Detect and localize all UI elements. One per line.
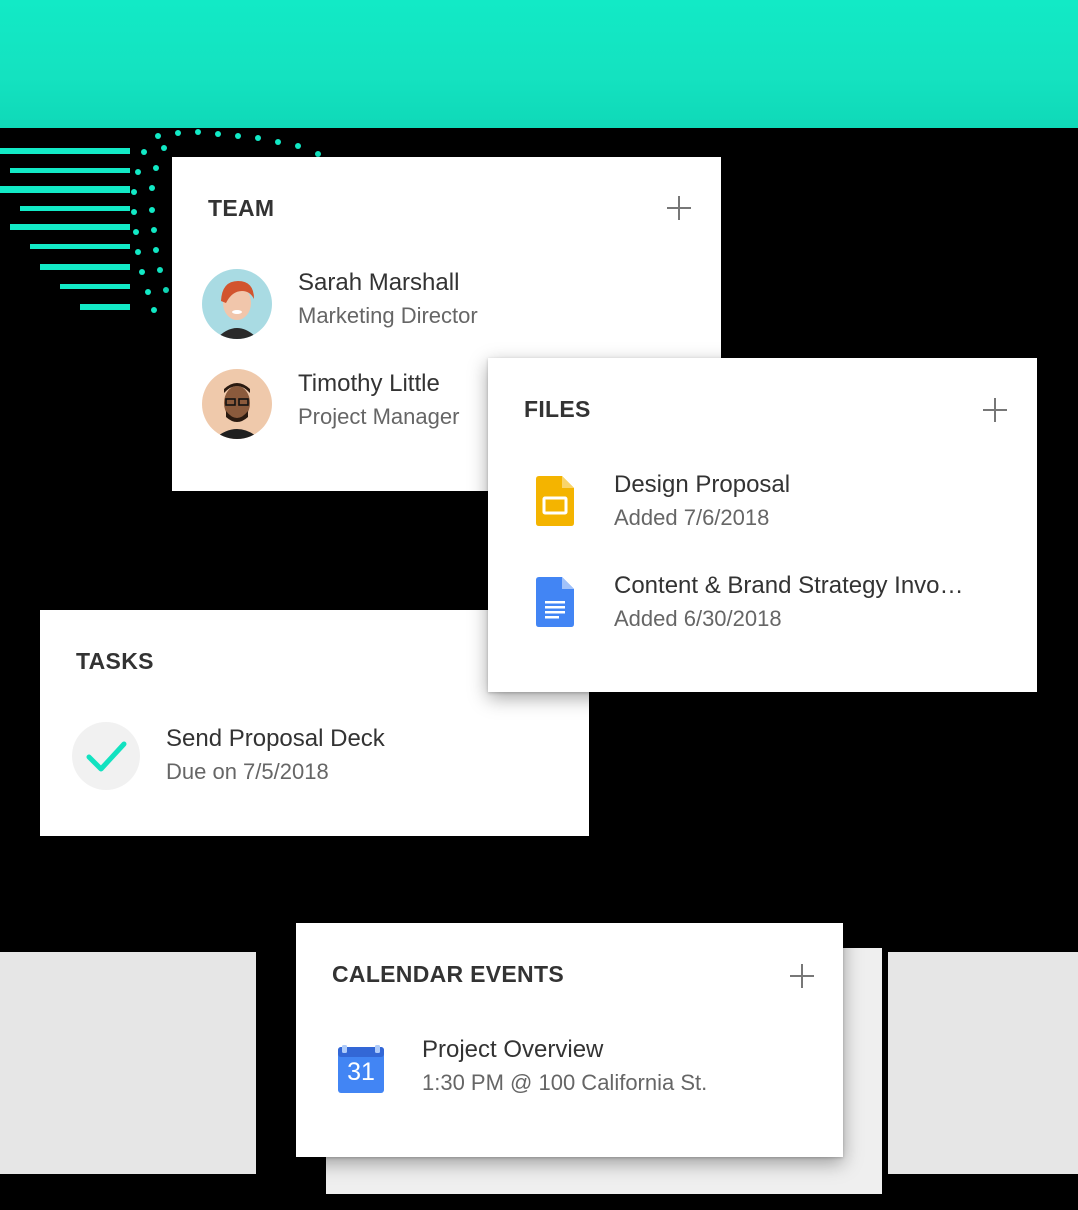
file-added-date: Added 6/30/2018 xyxy=(614,606,782,631)
team-member-name: Timothy Little xyxy=(298,370,440,397)
grey-block-right xyxy=(888,952,1078,1174)
avatar-sarah-marshall xyxy=(202,269,272,339)
checkmark-icon xyxy=(86,741,127,772)
add-team-member-button[interactable] xyxy=(667,196,691,220)
calendar-events-card: CALENDAR EVENTS 31 Project Overview 1:30… xyxy=(296,923,843,1157)
file-added-date: Added 7/6/2018 xyxy=(614,505,770,530)
team-member-name: Sarah Marshall xyxy=(298,269,460,296)
files-card: FILES Design Proposal Added 7/6/2018 Con… xyxy=(488,358,1037,692)
calendar-card-title: CALENDAR EVENTS xyxy=(332,961,564,987)
team-card-title: TEAM xyxy=(208,195,275,221)
grey-block-left xyxy=(0,952,256,1174)
team-member-role: Marketing Director xyxy=(298,303,478,328)
team-member-role: Project Manager xyxy=(298,404,460,429)
file-row-1[interactable]: Design Proposal Added 7/6/2018 xyxy=(614,471,790,531)
event-time-location: 1:30 PM @ 100 California St. xyxy=(422,1070,708,1095)
team-member-row-1[interactable]: Sarah Marshall Marketing Director xyxy=(298,269,478,329)
google-calendar-icon: 31 xyxy=(338,1045,384,1093)
files-card-title: FILES xyxy=(524,396,591,422)
task-row[interactable]: Send Proposal Deck Due on 7/5/2018 xyxy=(166,725,385,785)
file-name: Content & Brand Strategy Invo… xyxy=(614,572,964,599)
task-complete-checkbox[interactable] xyxy=(72,722,140,790)
file-name: Design Proposal xyxy=(614,471,791,498)
calendar-day-number: 31 xyxy=(347,1058,375,1086)
avatar-timothy-little xyxy=(202,369,272,439)
event-name: Project Overview xyxy=(422,1036,604,1063)
add-file-button[interactable] xyxy=(983,398,1007,422)
add-calendar-event-button[interactable] xyxy=(790,964,814,988)
calendar-event-row[interactable]: Project Overview 1:30 PM @ 100 Californi… xyxy=(422,1036,707,1096)
file-row-2[interactable]: Content & Brand Strategy Invo… Added 6/3… xyxy=(614,572,964,632)
google-slides-icon xyxy=(536,476,574,526)
teal-header-band xyxy=(0,0,1078,128)
tasks-card-title: TASKS xyxy=(76,648,154,674)
google-docs-icon xyxy=(536,577,574,627)
task-name: Send Proposal Deck xyxy=(166,725,385,752)
team-member-row-2[interactable]: Timothy Little Project Manager xyxy=(298,370,459,430)
task-due-date: Due on 7/5/2018 xyxy=(166,759,329,784)
